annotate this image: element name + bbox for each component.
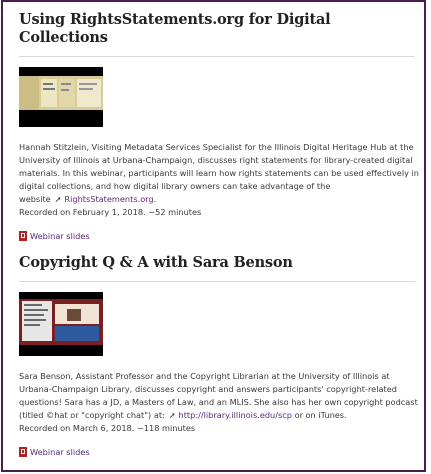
description-text-end: . xyxy=(153,194,157,204)
recorded-info: Recorded on March 6, 2018. ~118 minutes xyxy=(19,423,196,433)
video-thumbnail[interactable] xyxy=(19,67,103,127)
webinar-description: Hannah Stitzlein, Visiting Metadata Serv… xyxy=(19,141,419,219)
video-thumbnail[interactable] xyxy=(19,292,103,356)
webinar-slides-link[interactable]: Webinar slides xyxy=(30,447,90,457)
scp-library-link[interactable]: http://library.illinois.edu/scp xyxy=(179,410,292,420)
webinar-title: Using RightsStatements.org for Digital C… xyxy=(19,11,331,46)
pdf-icon xyxy=(19,447,27,457)
webinar-slides-link[interactable]: Webinar slides xyxy=(30,231,90,241)
recorded-info: Recorded on February 1, 2018. ~52 minute… xyxy=(19,207,202,217)
webinar-slides-row: Webinar slides xyxy=(19,447,415,457)
webinar-title: Copyright Q & A with Sara Benson xyxy=(19,254,293,271)
webinar-slides-row: Webinar slides xyxy=(19,231,415,241)
page-frame: Using RightsStatements.org for Digital C… xyxy=(1,0,426,472)
webinar-section-copyright-qa: Copyright Q & A with Sara Benson Sara Be… xyxy=(19,254,418,457)
pdf-icon xyxy=(19,231,27,241)
video-thumbnail-image xyxy=(19,292,103,356)
divider xyxy=(19,56,415,57)
external-link-icon: ➚ xyxy=(54,195,62,204)
divider xyxy=(19,281,415,282)
webinar-description: Sara Benson, Assistant Professor and the… xyxy=(19,370,419,435)
rightsstatements-link[interactable]: RightsStatements.org xyxy=(64,194,153,204)
description-text-end: or on iTunes. xyxy=(291,410,347,420)
external-link-icon: ➚ xyxy=(168,411,176,420)
webinar-section-rightsstatements: Using RightsStatements.org for Digital C… xyxy=(19,11,419,241)
video-thumbnail-image xyxy=(19,67,103,127)
